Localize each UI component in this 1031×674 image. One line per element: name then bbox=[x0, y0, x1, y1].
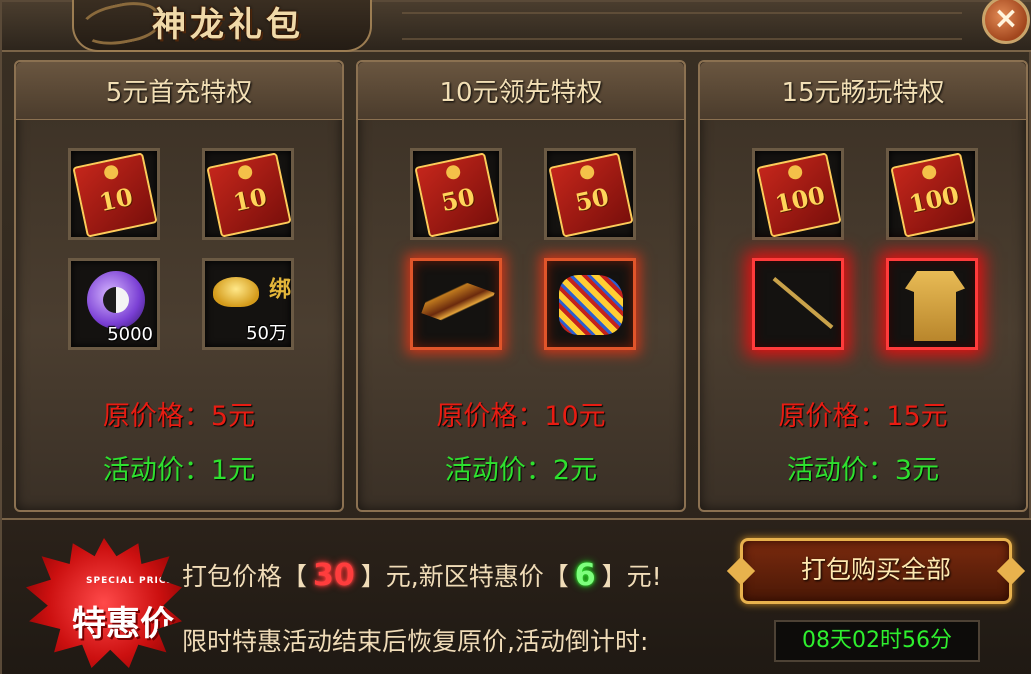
header-decoration bbox=[402, 12, 962, 40]
original-price: 原价格：15元 bbox=[778, 401, 948, 432]
bundle-text-suffix: 】元! bbox=[601, 562, 662, 591]
bundle-price-value: 30 bbox=[313, 558, 355, 593]
panel-title-bar: 15元畅玩特权 bbox=[700, 62, 1026, 120]
sale-price: 活动价：2元 bbox=[444, 455, 598, 486]
gold-ingot-icon bbox=[213, 277, 259, 307]
gift-pack-window: 神龙礼包 × 5元首充特权 10 10 5000 绑 50万 原价格：5元 活动… bbox=[0, 0, 1031, 674]
weapon-icon bbox=[421, 271, 495, 335]
original-price: 原价格：10元 bbox=[436, 401, 606, 432]
close-button[interactable]: × bbox=[982, 0, 1030, 44]
item-quantity: 5000 bbox=[107, 324, 153, 345]
item-slot-gold-ingot[interactable]: 绑 50万 bbox=[202, 258, 294, 350]
item-slot-red-envelope[interactable]: 10 bbox=[202, 148, 294, 240]
envelope-seal bbox=[444, 163, 462, 181]
envelope-seal bbox=[920, 163, 938, 181]
buy-all-label: 打包购买全部 bbox=[800, 555, 951, 584]
bundle-text-mid: 】元,新区特惠价【 bbox=[360, 562, 569, 591]
panel-title: 5元首充特权 bbox=[105, 78, 253, 108]
window-title: 神龙礼包 bbox=[152, 5, 304, 45]
tier-panel-10: 10元领先特权 50 50 原价格：10元 活动价：2元 bbox=[356, 60, 686, 512]
special-price-value: 6 bbox=[574, 558, 596, 593]
original-price: 原价格：5元 bbox=[102, 401, 256, 432]
envelope-seal bbox=[578, 163, 596, 181]
item-slot-armor[interactable] bbox=[544, 258, 636, 350]
item-slot-robe[interactable] bbox=[886, 258, 978, 350]
item-slot-red-envelope[interactable]: 10 bbox=[68, 148, 160, 240]
panel-title-bar: 5元首充特权 bbox=[16, 62, 342, 120]
envelope-seal bbox=[102, 163, 120, 181]
window-header: 神龙礼包 × bbox=[2, 0, 1031, 52]
item-slot-red-envelope[interactable]: 50 bbox=[544, 148, 636, 240]
red-envelope-icon: 10 bbox=[72, 152, 158, 238]
item-slot-red-envelope[interactable]: 100 bbox=[886, 148, 978, 240]
item-quantity: 50万 bbox=[246, 323, 287, 344]
red-envelope-icon: 50 bbox=[414, 152, 500, 238]
countdown-label: 限时特惠活动结束后恢复原价,活动倒计时: bbox=[182, 627, 649, 656]
taiji-orb-icon bbox=[87, 271, 145, 329]
armor-icon bbox=[559, 275, 623, 335]
bundle-text-prefix: 打包价格【 bbox=[182, 562, 308, 591]
special-price-badge: SPECIAL PRICE 特惠价 bbox=[26, 538, 182, 668]
panel-title: 15元畅玩特权 bbox=[781, 78, 945, 108]
envelope-seal bbox=[786, 163, 804, 181]
item-slot-red-envelope[interactable]: 100 bbox=[752, 148, 844, 240]
envelope-value: 100 bbox=[906, 180, 962, 219]
envelope-value: 10 bbox=[96, 181, 136, 218]
panel-title: 10元领先特权 bbox=[439, 78, 603, 108]
tier-panel-5: 5元首充特权 10 10 5000 绑 50万 原价格：5元 活动价：1元 bbox=[14, 60, 344, 512]
envelope-value: 50 bbox=[572, 181, 612, 218]
staff-icon bbox=[772, 277, 834, 329]
countdown-timer: 08天02时56分 bbox=[774, 620, 980, 662]
red-envelope-icon: 50 bbox=[548, 152, 634, 238]
red-envelope-icon: 10 bbox=[206, 152, 292, 238]
item-slot-taiji-orb[interactable]: 5000 bbox=[68, 258, 160, 350]
yin-yang-icon bbox=[103, 287, 129, 313]
item-slot-red-envelope[interactable]: 50 bbox=[410, 148, 502, 240]
buy-all-button[interactable]: 打包购买全部 bbox=[740, 538, 1012, 604]
red-envelope-icon: 100 bbox=[890, 152, 976, 238]
bundle-price-text: 打包价格【 30 】元,新区特惠价【 6 】元! bbox=[182, 556, 662, 596]
item-slot-weapon[interactable] bbox=[410, 258, 502, 350]
envelope-value: 100 bbox=[772, 180, 828, 219]
bound-label: 绑 bbox=[265, 277, 290, 299]
envelope-seal bbox=[236, 163, 254, 181]
envelope-value: 10 bbox=[230, 181, 270, 218]
tier-panel-15: 15元畅玩特权 100 100 原价格：15元 活动价：3元 bbox=[698, 60, 1028, 512]
red-envelope-icon: 100 bbox=[756, 152, 842, 238]
envelope-value: 50 bbox=[438, 181, 478, 218]
robe-icon bbox=[905, 271, 965, 341]
badge-subtitle: SPECIAL PRICE bbox=[86, 576, 174, 586]
sale-price: 活动价：1元 bbox=[102, 455, 256, 486]
panel-title-bar: 10元领先特权 bbox=[358, 62, 684, 120]
badge-title: 特惠价 bbox=[72, 604, 174, 644]
sale-price: 活动价：3元 bbox=[786, 455, 940, 486]
bundle-bar: SPECIAL PRICE 特惠价 打包价格【 30 】元,新区特惠价【 6 】元! 限… bbox=[2, 518, 1031, 674]
item-slot-staff[interactable] bbox=[752, 258, 844, 350]
